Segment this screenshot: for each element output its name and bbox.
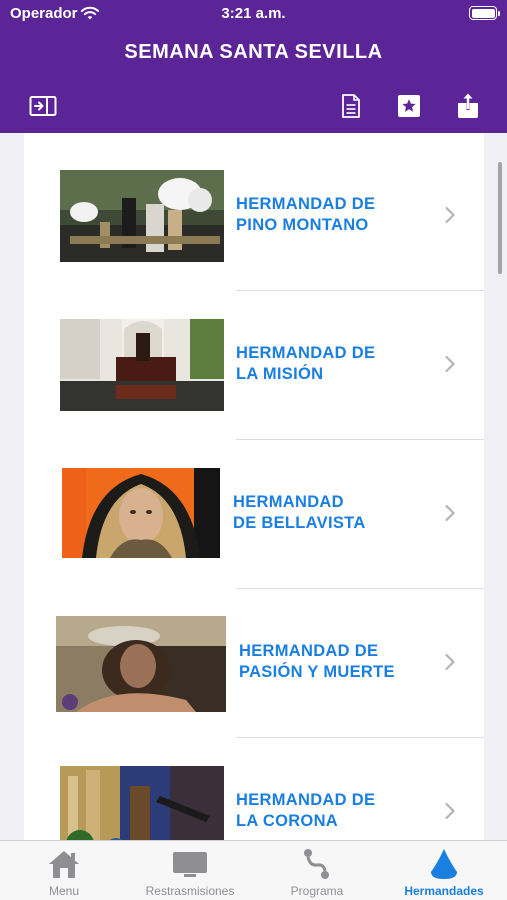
page-title: SEMANA SANTA SEVILLA — [124, 41, 383, 63]
hermandad-name: HERMANDAD DE BELLAVISTA — [233, 493, 366, 532]
route-icon — [299, 847, 335, 881]
status-bar: Operador 3:21 a.m. — [0, 0, 507, 28]
hermandad-photo — [56, 616, 226, 712]
hermandad-photo — [60, 766, 224, 840]
tab-programa[interactable]: Programa — [272, 841, 362, 900]
chevron-right-icon — [445, 206, 455, 224]
list-item[interactable]: HERMANDAD DE BELLAVISTA — [24, 440, 484, 589]
tab-label: Hermandades — [404, 884, 484, 898]
tab-label: Programa — [290, 884, 344, 898]
tab-label: Menu — [48, 884, 80, 898]
chevron-right-icon — [445, 355, 455, 373]
hermandad-photo — [60, 170, 224, 262]
list-item[interactable]: HERMANDAD DE LA CORONA — [24, 738, 484, 840]
tab-hermandades[interactable]: Hermandades — [396, 841, 492, 900]
home-icon — [46, 847, 82, 881]
chevron-right-icon — [445, 802, 455, 820]
list-item[interactable]: HERMANDAD DE LA MISIÓN — [24, 291, 484, 440]
hermandades-list-container[interactable]: HERMANDAD DE PINO MONTANO HERMANDAD DE L… — [0, 133, 507, 840]
hermandad-photo — [60, 319, 224, 411]
tab-menu[interactable]: Menu — [24, 841, 104, 900]
sidebar-toggle-icon — [29, 96, 57, 116]
hermandad-photo — [62, 468, 220, 558]
hermandades-list: HERMANDAD DE PINO MONTANO HERMANDAD DE L… — [24, 133, 484, 840]
hermandad-name: HERMANDAD DE PASIÓN Y MUERTE — [239, 642, 395, 681]
hermandad-name: HERMANDAD DE LA CORONA — [236, 791, 376, 830]
tab-retransmisiones[interactable]: Restrasmisiones — [130, 841, 250, 900]
document-button[interactable] — [335, 90, 367, 122]
battery-icon — [469, 6, 500, 20]
tab-bar: Menu Restrasmisiones Programa Hermandade… — [0, 840, 507, 900]
share-icon — [458, 93, 478, 118]
tab-label: Restrasmisiones — [145, 884, 235, 898]
chevron-right-icon — [445, 504, 455, 522]
hermandad-name: HERMANDAD DE LA MISIÓN — [236, 344, 376, 383]
chevron-right-icon — [445, 653, 455, 671]
sidebar-toggle-button[interactable] — [27, 90, 59, 122]
scroll-indicator[interactable] — [498, 162, 502, 274]
list-item[interactable]: HERMANDAD DE PINO MONTANO — [24, 142, 484, 291]
share-button[interactable] — [452, 90, 484, 122]
clock: 3:21 a.m. — [221, 5, 286, 22]
document-icon — [342, 94, 360, 118]
hermandad-name: HERMANDAD DE PINO MONTANO — [236, 195, 376, 234]
favorites-button[interactable] — [393, 90, 425, 122]
list-item[interactable]: HERMANDAD DE PASIÓN Y MUERTE — [24, 589, 484, 738]
navigation-bar: Operador 3:21 a.m. SEMANA SANTA SEVILLA — [0, 0, 507, 133]
tv-icon — [172, 847, 208, 881]
drop-icon — [426, 847, 462, 881]
star-icon — [398, 95, 420, 117]
